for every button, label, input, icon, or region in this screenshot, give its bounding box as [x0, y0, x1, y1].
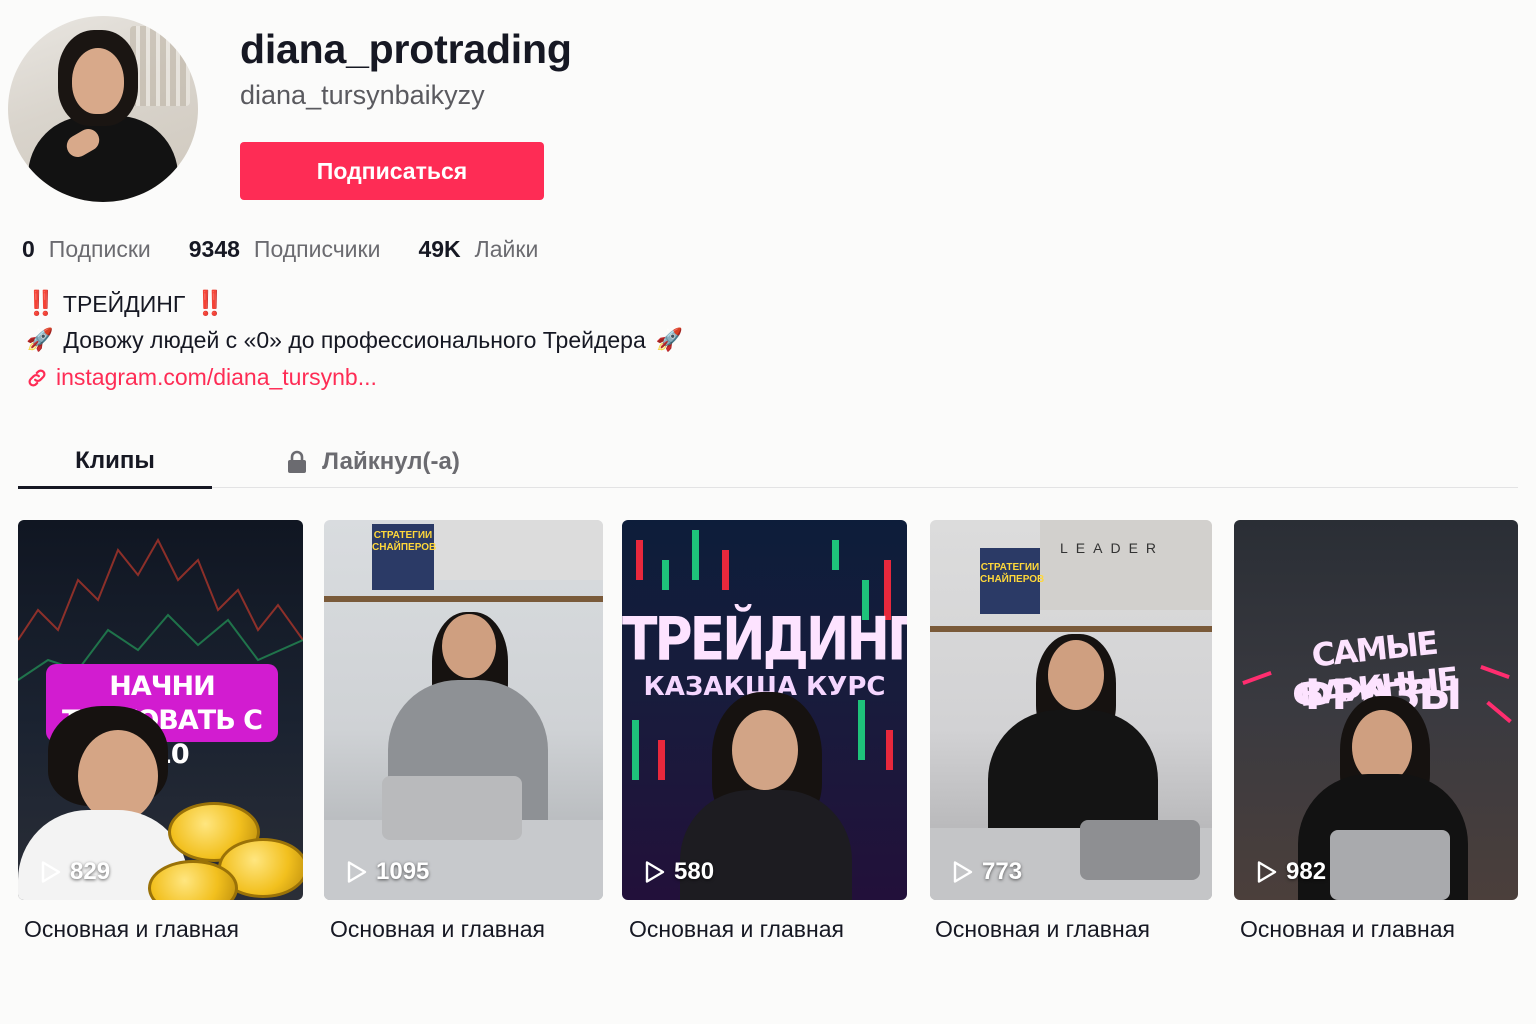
video-caption[interactable]: Основная и главная: [330, 916, 545, 943]
profile-stats: 0 Подписки 9348 Подписчики 49K Лайки: [22, 236, 538, 263]
laptop-icon: [1330, 830, 1450, 900]
profile-username: diana_protrading: [240, 26, 572, 72]
rocket-icon: 🚀: [26, 327, 54, 352]
video-card[interactable]: СТРАТЕГИИ СНАЙПЕРОВ 1095: [324, 520, 603, 900]
book-title: СТРАТЕГИИ СНАЙПЕРОВ: [980, 548, 1044, 614]
stat-likes-label: Лайки: [474, 236, 539, 262]
play-icon: [645, 861, 665, 883]
stat-followers[interactable]: 9348 Подписчики: [189, 236, 381, 263]
video-views-count: 829: [70, 858, 111, 885]
profile-tabs: Клипы Лайкнул(-а): [18, 436, 1518, 489]
stat-following[interactable]: 0 Подписки: [22, 236, 151, 263]
stat-likes-count: 49K: [418, 236, 461, 262]
stat-followers-count: 9348: [188, 236, 240, 262]
video-overlay-title: СТРАТЕГИИ СНАЙПЕРОВ: [372, 524, 436, 590]
laptop-icon: [1080, 820, 1200, 880]
avatar[interactable]: [8, 16, 198, 202]
video-overlay-title: ТРЕЙДИНГ: [622, 605, 907, 675]
profile-nickname: diana_tursynbaikyzy: [240, 80, 485, 110]
video-card[interactable]: НАЧНИ ТОРГОВАТЬ С $10 829: [18, 520, 303, 900]
video-caption[interactable]: Основная и главная: [1240, 916, 1455, 943]
bio-line-1-text: ТРЕЙДИНГ: [62, 291, 186, 317]
video-card[interactable]: ТРЕЙДИНГ КАЗАКША КУРС 580: [622, 520, 907, 900]
bio-link[interactable]: instagram.com/diana_tursynb...: [26, 364, 377, 391]
laptop-icon: [382, 776, 522, 840]
double-exclamation-icon: ‼️: [26, 290, 56, 317]
play-icon: [347, 861, 367, 883]
video-views-count: 580: [674, 858, 715, 885]
tab-liked[interactable]: Лайкнул(-а): [268, 436, 478, 488]
lock-icon: [288, 450, 307, 473]
stat-following-count: 0: [22, 236, 35, 262]
play-icon: [41, 861, 61, 883]
play-icon: [953, 861, 973, 883]
double-exclamation-icon: ‼️: [195, 290, 225, 317]
video-views: 982: [1256, 858, 1326, 886]
tab-clips[interactable]: Клипы: [18, 436, 212, 489]
link-icon: [28, 369, 46, 386]
video-caption[interactable]: Основная и главная: [24, 916, 239, 943]
bio-line-2-text: Довожу людей с «0» до профессионального …: [63, 327, 646, 353]
video-caption[interactable]: Основная и главная: [629, 916, 844, 943]
video-views: 1095: [346, 858, 429, 886]
stat-following-label: Подписки: [48, 236, 151, 262]
follow-button[interactable]: Подписаться: [240, 142, 544, 200]
bio-line-1: ‼️ ТРЕЙДИНГ ‼️: [26, 286, 683, 322]
video-views: 773: [952, 858, 1022, 886]
video-caption[interactable]: Основная и главная: [935, 916, 1150, 943]
bio-line-2: 🚀 Довожу людей с «0» до профессиональног…: [26, 322, 683, 358]
video-card[interactable]: LEADER СТРАТЕГИИ СНАЙПЕРОВ 773: [930, 520, 1212, 900]
stat-likes: 49K Лайки: [418, 236, 538, 263]
video-views-count: 982: [1286, 858, 1327, 885]
video-views-count: 773: [982, 858, 1023, 885]
rocket-icon: 🚀: [655, 327, 684, 352]
bio-link-text: instagram.com/diana_tursynb...: [56, 364, 377, 390]
video-views-count: 1095: [376, 858, 430, 885]
tab-clips-label: Клипы: [75, 447, 155, 474]
video-card[interactable]: САМЫЕ ВАЖНЫЕ ФРАЗЫ 982: [1234, 520, 1518, 900]
profile-bio: ‼️ ТРЕЙДИНГ ‼️ 🚀 Довожу людей с «0» до п…: [26, 286, 683, 358]
tab-liked-label: Лайкнул(-а): [322, 448, 460, 475]
poster-text: LEADER: [1060, 540, 1165, 556]
video-views: 829: [40, 858, 110, 886]
stat-followers-label: Подписчики: [253, 236, 381, 262]
play-icon: [1257, 861, 1277, 883]
video-views: 580: [644, 858, 714, 886]
